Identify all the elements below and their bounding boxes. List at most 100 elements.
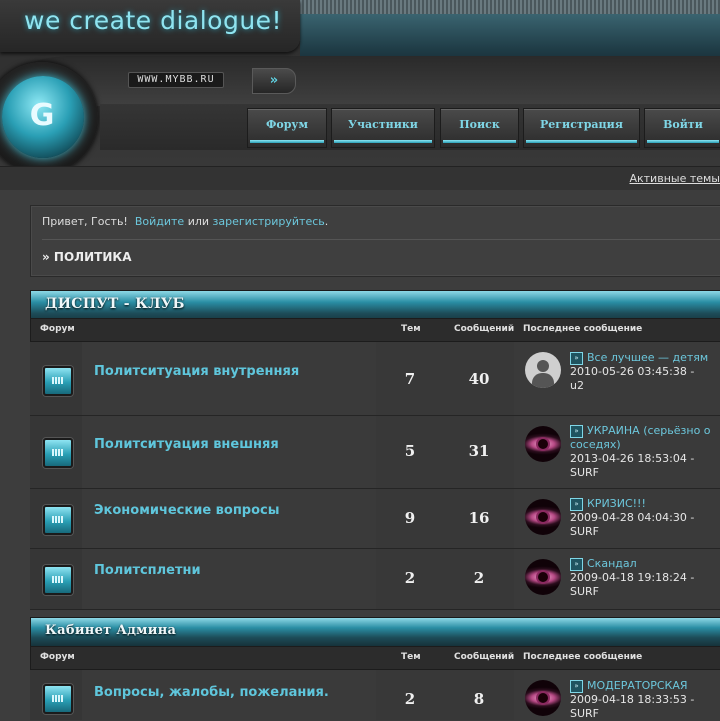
forum-status-icon: [43, 438, 73, 468]
posts-count: 2: [473, 569, 485, 587]
col-forum: Форум: [40, 324, 75, 334]
last-post-info: » Скандал 2009-04-18 19:18:24 - SURF: [570, 557, 716, 599]
last-post-cell: » УКРАИНА (серьёзно о соседях) 2013-04-26…: [514, 416, 720, 488]
forum-name-cell: Вопросы, жалобы, пожелания.: [82, 670, 377, 720]
posts-count: 40: [468, 370, 490, 388]
posts-count: 8: [473, 690, 485, 708]
forum-icon-cell: [30, 489, 83, 548]
last-post-title[interactable]: УКРАИНА (серьёзно о соседях): [570, 424, 711, 451]
active-topics-link[interactable]: Активные темы: [629, 172, 720, 185]
last-post-title[interactable]: КРИЗИС!!!: [587, 497, 646, 510]
category-title[interactable]: Кабинет Админа: [45, 623, 176, 638]
go-arrow-button[interactable]: »: [252, 68, 296, 94]
last-post-date: 2010-05-26 03:45:38 -: [570, 365, 695, 378]
topics-cell: 7: [376, 342, 445, 415]
forum-status-icon: [43, 684, 73, 714]
nav-underline: [443, 140, 516, 143]
or-text: или: [187, 215, 210, 228]
posts-count: 31: [468, 442, 490, 460]
col-topics: Тем: [401, 652, 421, 662]
period-text: .: [324, 215, 329, 228]
column-header-row: Форум Тем Сообщений Последнее сообщение: [30, 318, 720, 342]
last-post-info: » Все лучшее — детям 2010-05-26 03:45:38 …: [570, 351, 716, 393]
last-post-user[interactable]: SURF: [570, 707, 599, 720]
posts-cell: 16: [444, 489, 515, 548]
last-post-cell: » МОДЕРАТОРСКАЯ 2009-04-18 18:33:53 - SUR…: [514, 670, 720, 720]
sub-bar: [0, 166, 720, 191]
go-to-post-icon[interactable]: »: [570, 352, 583, 365]
nav-members-label: Участники: [348, 118, 418, 131]
last-post-user[interactable]: SURF: [570, 466, 599, 479]
user-avatar-icon[interactable]: [525, 426, 561, 462]
forum-link[interactable]: Экономические вопросы: [94, 503, 280, 518]
topics-count: 5: [404, 442, 416, 460]
last-post-cell: » Все лучшее — детям 2010-05-26 03:45:38 …: [514, 342, 720, 415]
topics-count: 2: [404, 690, 416, 708]
forum-status-icon: [43, 366, 73, 396]
forum-status-icon: [43, 505, 73, 535]
nav-search-label: Поиск: [459, 118, 500, 131]
col-forum: Форум: [40, 652, 75, 662]
header-curve: [0, 56, 720, 106]
last-post-user[interactable]: u2: [570, 379, 584, 392]
forum-name-cell: Политситуация внутренняя: [82, 342, 377, 415]
topics-cell: 9: [376, 489, 445, 548]
nav-login[interactable]: Войти: [644, 108, 720, 148]
go-to-post-icon[interactable]: »: [570, 558, 583, 571]
go-to-post-icon[interactable]: »: [570, 425, 583, 438]
breadcrumb[interactable]: » ПОЛИТИКА: [42, 250, 132, 264]
forum-row: Политсплетни 2 2 » Скандал 2009-04-18 19:…: [30, 549, 720, 610]
nav-login-label: Войти: [663, 118, 703, 131]
posts-cell: 40: [444, 342, 515, 415]
last-post-user[interactable]: SURF: [570, 585, 599, 598]
go-to-post-icon[interactable]: »: [570, 498, 583, 511]
welcome-text: Привет, Гость! Войдите или зарегистрируй…: [42, 215, 328, 228]
last-post-date: 2009-04-18 18:33:53 -: [570, 693, 695, 706]
go-to-post-icon[interactable]: »: [570, 680, 583, 693]
user-avatar-icon[interactable]: [525, 499, 561, 535]
nav-search[interactable]: Поиск: [440, 108, 519, 148]
last-post-title[interactable]: МОДЕРАТОРСКАЯ: [587, 679, 688, 692]
last-post-cell: » Скандал 2009-04-18 19:18:24 - SURF: [514, 549, 720, 609]
forum-link[interactable]: Вопросы, жалобы, пожелания.: [94, 685, 329, 700]
forum-icon-cell: [30, 549, 83, 609]
greeting-text: Привет, Гость!: [42, 215, 128, 228]
last-post-info: » МОДЕРАТОРСКАЯ 2009-04-18 18:33:53 - SUR…: [570, 679, 716, 721]
user-avatar-icon[interactable]: [525, 680, 561, 716]
divider: [42, 239, 720, 240]
nav-underline: [526, 140, 637, 143]
user-avatar-icon[interactable]: [525, 559, 561, 595]
forum-status-icon: [43, 565, 73, 595]
nav-underline: [250, 140, 324, 143]
last-post-title[interactable]: Скандал: [587, 557, 637, 570]
forum-row: Политситуация внутренняя 7 40 » Все лучше…: [30, 342, 720, 416]
forum-link[interactable]: Политсплетни: [94, 563, 201, 578]
last-post-date: 2009-04-28 04:04:30 -: [570, 511, 695, 524]
login-link[interactable]: Войдите: [135, 215, 184, 228]
last-post-info: » УКРАИНА (серьёзно о соседях) 2013-04-26…: [570, 424, 716, 480]
forum-link[interactable]: Политситуация внешняя: [94, 437, 279, 452]
last-post-date: 2013-04-26 18:53:04 -: [570, 452, 695, 465]
nav-members[interactable]: Участники: [331, 108, 435, 148]
nav-register[interactable]: Регистрация: [523, 108, 640, 148]
category-title[interactable]: ДИСПУТ - КЛУБ: [45, 296, 185, 312]
topics-count: 7: [404, 370, 416, 388]
last-post-user[interactable]: SURF: [570, 525, 599, 538]
last-post-title[interactable]: Все лучшее — детям: [587, 351, 708, 364]
nav-underline: [647, 140, 719, 143]
nav-forum[interactable]: Форум: [247, 108, 327, 148]
site-logo-text[interactable]: we create dialogue!: [24, 6, 282, 35]
user-avatar-icon[interactable]: [525, 352, 561, 388]
last-post-cell: » КРИЗИС!!! 2009-04-28 04:04:30 - SURF: [514, 489, 720, 548]
forum-name-cell: Политситуация внешняя: [82, 416, 377, 488]
last-post-info: » КРИЗИС!!! 2009-04-28 04:04:30 - SURF: [570, 497, 716, 539]
logo-glyph-icon[interactable]: G: [22, 96, 62, 136]
col-last-post: Последнее сообщение: [523, 324, 643, 334]
col-last-post: Последнее сообщение: [523, 652, 643, 662]
topics-count: 2: [404, 569, 416, 587]
site-url-label: WWW.MYBB.RU: [128, 72, 224, 88]
register-link[interactable]: зарегистрируйтесь: [213, 215, 325, 228]
topics-cell: 5: [376, 416, 445, 488]
nav-underline: [334, 140, 432, 143]
forum-link[interactable]: Политситуация внутренняя: [94, 364, 299, 379]
